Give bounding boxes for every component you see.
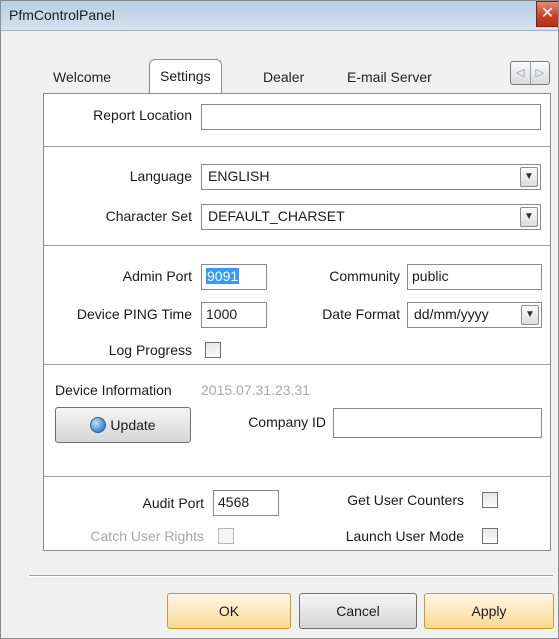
window-title: PfmControlPanel xyxy=(9,7,115,23)
language-label: Language xyxy=(129,168,192,184)
apply-button[interactable]: Apply xyxy=(424,593,554,629)
company-id-input[interactable] xyxy=(333,408,542,438)
audit-port-input[interactable]: 4568 xyxy=(213,490,279,516)
chevron-down-icon[interactable]: ▼ xyxy=(521,305,539,325)
update-icon xyxy=(90,417,107,433)
tab-settings-label: Settings xyxy=(160,68,211,84)
update-button[interactable]: Update xyxy=(55,407,191,443)
chevron-down-icon[interactable]: ▼ xyxy=(520,167,538,187)
divider xyxy=(44,476,550,478)
device-information-value: 2015.07.31.23.31 xyxy=(201,382,310,398)
character-set-label: Character Set xyxy=(105,208,192,224)
date-format-select[interactable]: dd/mm/yyyy ▼ xyxy=(407,302,542,328)
ok-button[interactable]: OK xyxy=(167,593,291,629)
launch-user-mode-checkbox[interactable] xyxy=(482,528,498,544)
pfm-control-panel-window: PfmControlPanel ✕ Welcome Settings Deale… xyxy=(0,0,559,639)
update-button-label: Update xyxy=(110,417,156,433)
device-information-label: Device Information xyxy=(55,382,172,398)
tab-dealer[interactable]: Dealer xyxy=(263,69,304,85)
tab-strip: Welcome Settings Dealer E-mail Server ◁ … xyxy=(1,59,558,95)
device-ping-time-input[interactable]: 1000 xyxy=(201,302,267,328)
cancel-button[interactable]: Cancel xyxy=(299,593,417,629)
device-ping-time-label: Device PING Time xyxy=(76,306,192,322)
divider xyxy=(44,364,550,366)
divider xyxy=(44,146,550,148)
date-format-value: dd/mm/yyyy xyxy=(414,306,489,322)
character-set-select[interactable]: DEFAULT_CHARSET ▼ xyxy=(201,204,541,230)
date-format-label: Date Format xyxy=(322,306,400,322)
report-location-label: Report Location xyxy=(93,107,192,123)
catch-user-rights-checkbox xyxy=(218,528,234,544)
settings-page: Report Location Language ENGLISH ▼ Chara… xyxy=(43,93,551,551)
tab-scroll-right-icon[interactable]: ▷ xyxy=(529,62,550,84)
admin-port-input[interactable]: 9091 xyxy=(201,264,267,290)
language-select[interactable]: ENGLISH ▼ xyxy=(201,164,541,190)
launch-user-mode-label: Launch User Mode xyxy=(345,528,464,544)
get-user-counters-checkbox[interactable] xyxy=(482,492,498,508)
language-value: ENGLISH xyxy=(208,168,270,184)
community-input[interactable]: public xyxy=(407,264,542,290)
log-progress-label: Log Progress xyxy=(108,342,192,358)
tab-settings[interactable]: Settings xyxy=(149,59,222,93)
get-user-counters-label: Get User Counters xyxy=(347,492,464,508)
tab-email-server[interactable]: E-mail Server xyxy=(347,69,432,85)
character-set-value: DEFAULT_CHARSET xyxy=(208,208,345,224)
close-icon: ✕ xyxy=(540,5,555,22)
close-button[interactable]: ✕ xyxy=(536,1,558,27)
admin-port-value: 9091 xyxy=(206,268,240,284)
tab-scroll-buttons: ◁ ▷ xyxy=(510,61,550,85)
tab-scroll-left-icon[interactable]: ◁ xyxy=(511,62,530,84)
company-id-label: Company ID xyxy=(248,414,326,430)
report-location-input[interactable] xyxy=(201,104,541,130)
community-label: Community xyxy=(329,268,400,284)
footer-divider xyxy=(29,575,553,577)
title-bar[interactable]: PfmControlPanel ✕ xyxy=(1,1,558,31)
divider xyxy=(44,245,550,247)
tab-welcome[interactable]: Welcome xyxy=(53,69,111,85)
admin-port-label: Admin Port xyxy=(122,268,192,284)
log-progress-checkbox[interactable] xyxy=(205,342,221,358)
audit-port-label: Audit Port xyxy=(142,495,204,511)
catch-user-rights-label: Catch User Rights xyxy=(90,528,204,544)
chevron-down-icon[interactable]: ▼ xyxy=(520,207,538,227)
